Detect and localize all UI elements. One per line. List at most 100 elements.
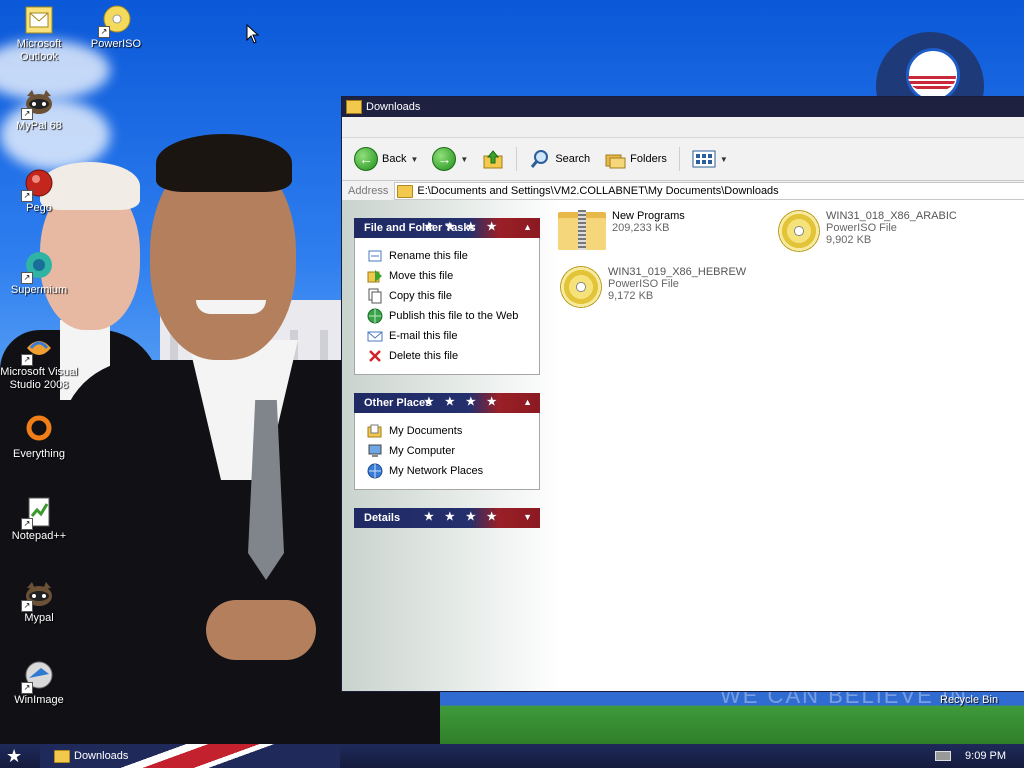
- desktop-icon-everything[interactable]: Everything: [0, 414, 79, 461]
- address-bar: Address E:\Documents and Settings\VM2.CO…: [342, 181, 1024, 202]
- panel-body: My Documents My Computer My Network Plac…: [354, 413, 540, 490]
- wallpaper-person-hands: [206, 600, 316, 660]
- window-title: Downloads: [366, 101, 421, 113]
- desktop-icon-poweriso[interactable]: ↗ PowerISO: [76, 4, 156, 51]
- explorer-window: Downloads ← Back ▼ → ▼ Search Folders ▼: [341, 96, 1024, 692]
- place-my-documents[interactable]: My Documents: [367, 421, 539, 441]
- back-label: Back: [382, 153, 407, 165]
- file-type: PowerISO File: [826, 222, 897, 234]
- address-input[interactable]: E:\Documents and Settings\VM2.COLLABNET\…: [394, 182, 1024, 200]
- desktop-icon-outlook[interactable]: Microsoft Outlook: [0, 4, 79, 64]
- desktop-icon-label: WinImage: [14, 694, 64, 706]
- rename-icon: [367, 248, 383, 264]
- file-size: 9,902 KB: [826, 234, 872, 246]
- forward-button[interactable]: → ▼: [428, 145, 472, 173]
- clock[interactable]: 9:09 PM: [965, 750, 1006, 762]
- address-label: Address: [348, 185, 389, 197]
- file-folder-tasks-panel: File and Folder Tasks ★ ★ ★ ★ ▲ Rename t…: [354, 218, 540, 375]
- panel-header[interactable]: Other Places ★ ★ ★ ★ ▲: [354, 393, 540, 413]
- task-label: E-mail this file: [389, 330, 458, 342]
- content-area: File and Folder Tasks ★ ★ ★ ★ ▲ Rename t…: [342, 200, 1024, 691]
- task-label: Rename this file: [389, 250, 468, 262]
- task-delete[interactable]: Delete this file: [367, 346, 539, 366]
- views-button[interactable]: ▼: [688, 145, 732, 173]
- dropdown-arrow-icon[interactable]: ▼: [410, 155, 418, 164]
- collapse-chevron-icon[interactable]: ▲: [523, 222, 532, 232]
- desktop-icon-label: Pego: [26, 202, 52, 214]
- file-item[interactable]: WIN31_019_X86_HEBREW PowerISO File 9,172…: [560, 266, 746, 308]
- supermium-icon: ↗: [21, 250, 55, 284]
- desktop-icon-label: Microsoft Outlook: [16, 38, 62, 63]
- keyboard-icon[interactable]: [935, 751, 952, 761]
- system-tray: 9:09 PM: [935, 744, 1024, 768]
- desktop-icon-supermium[interactable]: ↗ Supermium: [0, 250, 79, 297]
- task-copy[interactable]: Copy this file: [367, 286, 539, 306]
- zip-folder-icon: [558, 210, 606, 250]
- place-label: My Computer: [389, 445, 456, 457]
- other-places-panel: Other Places ★ ★ ★ ★ ▲ My Documents My C…: [354, 393, 540, 490]
- folders-button[interactable]: Folders: [600, 145, 671, 173]
- views-icon: [692, 150, 716, 168]
- file-item[interactable]: WIN31_018_X86_ARABIC PowerISO File 9,902…: [778, 210, 957, 252]
- search-label: Search: [555, 153, 591, 165]
- wallpaper-person-hair: [156, 134, 292, 192]
- my-computer-icon: [367, 443, 383, 459]
- task-publish-web[interactable]: Publish this file to the Web: [367, 306, 539, 326]
- file-name: WIN31_019_X86_HEBREW: [608, 266, 747, 278]
- poweriso-disc-icon: [778, 210, 820, 252]
- up-folder-button[interactable]: [478, 145, 508, 173]
- desktop-icon-label: Mypal: [24, 612, 54, 624]
- panel-body: Rename this file Move this file Copy thi…: [354, 238, 540, 375]
- desktop-icon-winimage[interactable]: ↗ WinImage: [0, 660, 79, 707]
- shortcut-arrow-icon: ↗: [21, 682, 33, 694]
- task-email[interactable]: E-mail this file: [367, 326, 539, 346]
- desktop-icon-label: Microsoft Visual Studio 2008: [0, 366, 78, 391]
- place-my-computer[interactable]: My Computer: [367, 441, 539, 461]
- desktop-icon-label: MyPal 68: [16, 120, 62, 132]
- everything-icon: [23, 414, 55, 446]
- desktop-icon-label: PowerISO: [90, 38, 142, 50]
- outlook-icon: [23, 4, 55, 36]
- panel-header[interactable]: File and Folder Tasks ★ ★ ★ ★ ▲: [354, 218, 540, 238]
- stars-decoration-icon: ★ ★ ★ ★: [424, 221, 501, 233]
- desktop-icon-pego[interactable]: ↗ Pego: [0, 168, 79, 215]
- panel-title: Other Places: [364, 397, 432, 409]
- panel-header[interactable]: Details ★ ★ ★ ★ ▼: [354, 508, 540, 528]
- desktop-icon-visual-studio[interactable]: ↗ Microsoft Visual Studio 2008: [0, 332, 79, 392]
- taskbar-item-downloads[interactable]: Downloads: [48, 747, 134, 765]
- window-titlebar[interactable]: Downloads: [342, 97, 1024, 117]
- expand-chevron-icon[interactable]: ▼: [523, 512, 532, 522]
- dropdown-arrow-icon[interactable]: ▼: [720, 155, 728, 164]
- desktop-icon-label: Everything: [13, 448, 65, 460]
- network-places-icon: [367, 463, 383, 479]
- toolbar-separator: [516, 147, 518, 171]
- email-icon: [367, 328, 383, 344]
- copy-icon: [367, 288, 383, 304]
- desktop-icon-mypal68[interactable]: ↗ MyPal 68: [0, 86, 79, 133]
- desktop-icon-mypal[interactable]: ↗ Mypal: [0, 578, 79, 625]
- back-button[interactable]: ← Back ▼: [350, 145, 422, 173]
- task-label: Publish this file to the Web: [389, 310, 519, 322]
- file-item[interactable]: New Programs 209,233 KB: [558, 210, 685, 250]
- folder-icon: [54, 749, 70, 763]
- menu-bar[interactable]: [342, 117, 1024, 138]
- task-rename[interactable]: Rename this file: [367, 246, 539, 266]
- recycle-bin-label[interactable]: Recycle Bin: [940, 694, 998, 706]
- dropdown-arrow-icon[interactable]: ▼: [460, 155, 468, 164]
- task-move[interactable]: Move this file: [367, 266, 539, 286]
- delete-icon: [367, 348, 383, 364]
- collapse-chevron-icon[interactable]: ▲: [523, 397, 532, 407]
- taskbar-item-label: Downloads: [74, 750, 129, 762]
- panel-title: Details: [364, 512, 401, 524]
- desktop-icon-notepadpp[interactable]: ↗ Notepad++: [0, 496, 79, 543]
- folder-icon: [397, 184, 414, 198]
- start-button[interactable]: ★: [6, 746, 22, 767]
- shortcut-arrow-icon: ↗: [21, 272, 33, 284]
- task-label: Move this file: [389, 270, 454, 282]
- pego-icon: ↗: [21, 168, 55, 202]
- place-network[interactable]: My Network Places: [367, 461, 539, 481]
- shortcut-arrow-icon: ↗: [98, 26, 110, 38]
- web-publish-icon: [367, 308, 383, 324]
- desktop-icon-label: Notepad++: [11, 530, 67, 542]
- search-button[interactable]: Search: [525, 145, 594, 173]
